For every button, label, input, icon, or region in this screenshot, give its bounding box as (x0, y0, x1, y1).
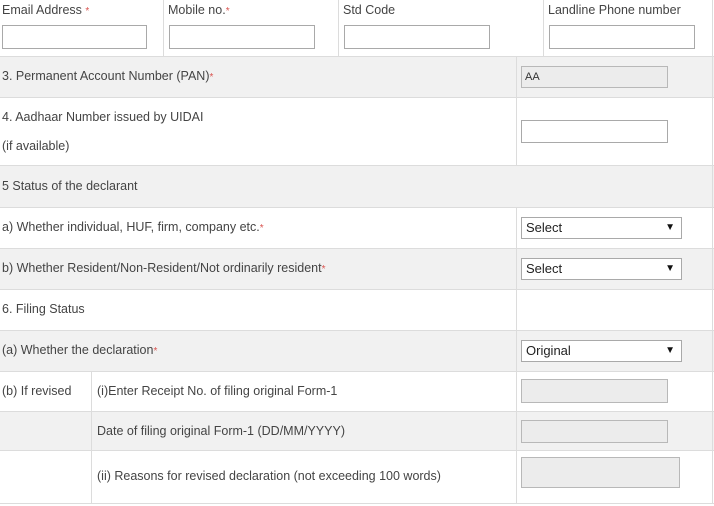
filing-heading: 6. Filing Status (2, 302, 85, 316)
pan-value: AA (525, 71, 540, 83)
status-b-label: b) Whether Resident/Non-Resident/Not ord… (2, 261, 326, 275)
receipt-label: (i)Enter Receipt No. of filing original … (97, 384, 338, 398)
column-divider (543, 0, 544, 56)
aadhaar-input[interactable] (521, 120, 668, 143)
residency-value: Select (526, 261, 563, 276)
residency-select[interactable]: Select ▼ (521, 258, 682, 280)
filing-a-label: (a) Whether the declaration* (2, 343, 158, 357)
pan-label: 3. Permanent Account Number (PAN)* (2, 69, 214, 83)
dropdown-arrow-icon: ▼ (665, 345, 675, 356)
row-divider (0, 97, 714, 98)
row-divider (0, 56, 714, 57)
aadhaar-sublabel: (if available) (2, 139, 70, 153)
pan-input[interactable]: AA (521, 66, 668, 88)
reasons-label: (ii) Reasons for revised declaration (no… (97, 469, 441, 483)
row-divider (0, 207, 714, 208)
std-code-input[interactable] (344, 25, 490, 49)
column-divider (163, 0, 164, 56)
column-divider (516, 56, 517, 165)
row-divider (0, 503, 714, 504)
landline-label: Landline Phone number (548, 3, 681, 17)
entity-type-value: Select (526, 220, 563, 235)
std-code-label: Std Code (343, 3, 396, 17)
landline-input[interactable] (549, 25, 695, 49)
row-divider (0, 450, 714, 451)
mobile-input[interactable] (169, 25, 315, 49)
status-heading: 5 Status of the declarant (2, 179, 138, 193)
declaration-type-select[interactable]: Original ▼ (521, 340, 682, 362)
row-divider (0, 330, 714, 331)
column-divider (91, 371, 92, 504)
declaration-type-value: Original (526, 343, 571, 358)
date-input[interactable] (521, 420, 668, 443)
table-right-border (712, 0, 713, 504)
reasons-textarea[interactable] (521, 457, 680, 488)
email-label: Email Address * (2, 3, 90, 17)
aadhaar-label: 4. Aadhaar Number issued by UIDAI (2, 110, 204, 124)
dropdown-arrow-icon: ▼ (665, 222, 675, 233)
status-a-label: a) Whether individual, HUF, firm, compan… (2, 220, 264, 234)
dropdown-arrow-icon: ▼ (665, 263, 675, 274)
row-divider (0, 371, 714, 372)
date-label: Date of filing original Form-1 (DD/MM/YY… (97, 424, 345, 438)
column-divider (516, 330, 517, 504)
email-input[interactable] (2, 25, 147, 49)
row-divider (0, 248, 714, 249)
row-divider (0, 289, 714, 290)
row-divider (0, 165, 714, 166)
column-divider (516, 207, 517, 330)
entity-type-select[interactable]: Select ▼ (521, 217, 682, 239)
receipt-input[interactable] (521, 379, 668, 403)
filing-b-label: (b) If revised (2, 384, 72, 398)
mobile-label: Mobile no.* (168, 3, 230, 17)
row-divider (0, 411, 714, 412)
column-divider (338, 0, 339, 56)
